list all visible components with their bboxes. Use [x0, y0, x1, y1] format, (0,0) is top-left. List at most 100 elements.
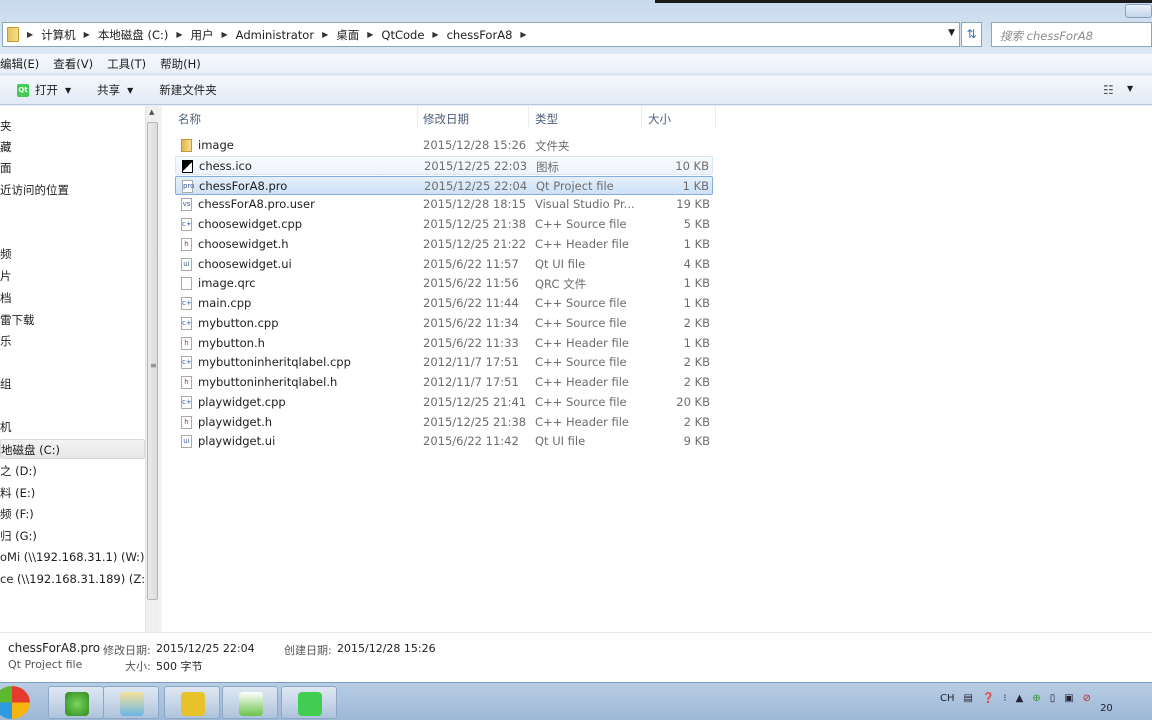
open-button[interactable]: Qt 打开 ▼ — [17, 82, 71, 98]
chevron-right-icon[interactable]: ▶ — [222, 30, 228, 39]
chevron-right-icon[interactable]: ▶ — [27, 30, 33, 39]
nav-item[interactable]: 归 (G:) — [0, 526, 145, 546]
nav-item[interactable]: 藏 — [0, 137, 145, 157]
show-hidden-icons[interactable]: ▲ — [1016, 693, 1024, 714]
network-signal-icon[interactable]: ⁝ — [1003, 693, 1006, 714]
chevron-down-icon[interactable]: ▼ — [1127, 84, 1133, 93]
chevron-right-icon[interactable]: ▶ — [176, 30, 182, 39]
nav-item[interactable]: 之 (D:) — [0, 461, 145, 481]
volume-muted-icon[interactable]: ⊘ — [1083, 693, 1091, 714]
breadcrumb-item[interactable]: ▶ QtCode — [367, 27, 432, 43]
nav-item[interactable]: oMi (\\192.168.31.1) (W:) — [0, 547, 145, 567]
chevron-right-icon[interactable]: ▶ — [520, 30, 526, 39]
file-date: 2012/11/7 17:51 — [423, 375, 519, 389]
help-icon[interactable]: ❓ — [982, 693, 994, 714]
column-separator[interactable] — [417, 106, 418, 128]
file-size: 1 KB — [683, 236, 710, 251]
column-name[interactable]: 名称 — [178, 111, 201, 127]
menu-help[interactable]: 帮助(H) — [160, 56, 209, 72]
file-row[interactable]: c+ choosewidget.cpp 2015/12/25 21:38 C++ So… — [175, 215, 713, 234]
nav-item[interactable]: 乐 — [0, 331, 145, 351]
nav-item[interactable]: 地磁盘 (C:) — [0, 439, 145, 459]
file-size: 5 KB — [683, 217, 710, 231]
add-icon[interactable]: ⊕ — [1032, 693, 1040, 714]
share-button[interactable]: 共享 ▼ — [97, 82, 133, 98]
file-row[interactable]: h mybutton.h 2015/6/22 11:33 C++ Header fil… — [175, 334, 713, 353]
network-icon[interactable]: ▣ — [1064, 693, 1073, 714]
file-row[interactable]: ui playwidget.ui 2015/6/22 11:42 Qt UI file… — [175, 432, 713, 451]
search-input[interactable]: 搜索 chessForA8 — [991, 22, 1152, 47]
nav-item[interactable]: 面 — [0, 158, 145, 178]
file-name: choosewidget.ui — [198, 256, 292, 271]
taskbar-app[interactable] — [164, 686, 220, 719]
nav-item[interactable]: 组 — [0, 374, 145, 394]
breadcrumb-item[interactable]: ▶ 用户 — [176, 27, 221, 43]
file-date: 2015/12/28 15:26 — [423, 138, 527, 152]
taskbar-explorer[interactable] — [103, 686, 159, 719]
menu-edit[interactable]: 编辑(E) — [0, 56, 47, 72]
file-row[interactable]: pro chessForA8.pro 2015/12/25 22:04 Qt Proj… — [175, 175, 713, 195]
file-type: C++ Header file — [535, 236, 629, 251]
ime-indicator[interactable]: CH — [940, 693, 955, 714]
nav-item[interactable]: 近访问的位置 — [0, 180, 145, 200]
nav-item[interactable]: 频 (F:) — [0, 504, 145, 524]
taskbar-notepad[interactable] — [222, 686, 278, 719]
chevron-right-icon[interactable]: ▶ — [84, 30, 90, 39]
file-row[interactable]: image.qrc 2015/6/22 11:56 QRC 文件 1 KB — [175, 274, 713, 293]
device-icon[interactable]: ▯ — [1050, 693, 1056, 714]
file-row[interactable]: h mybuttoninheritqlabel.h 2012/11/7 17:51 C… — [175, 373, 713, 392]
menu-view[interactable]: 查看(V) — [53, 56, 101, 72]
column-size[interactable]: 大小 — [648, 111, 671, 127]
toolbar: Qt 打开 ▼ 共享 ▼ 新建文件夹 ☷ ▼ — [0, 76, 1152, 105]
file-row[interactable]: image 2015/12/28 15:26 文件夹 — [175, 136, 713, 155]
breadcrumb-item[interactable]: ▶ 本地磁盘 (C:) — [84, 27, 177, 43]
file-row[interactable]: c+ playwidget.cpp 2015/12/25 21:41 C++ Sour… — [175, 393, 713, 412]
minimize-button[interactable] — [1125, 4, 1152, 18]
scrollbar-thumb[interactable]: ≡ — [147, 122, 158, 600]
chevron-down-icon[interactable]: ▼ — [948, 28, 955, 38]
breadcrumb-item[interactable]: ▶ 计算机 — [27, 27, 84, 43]
file-size: 4 KB — [683, 256, 710, 271]
new-folder-button[interactable]: 新建文件夹 — [159, 82, 217, 98]
file-row[interactable]: chess.ico 2015/12/25 22:03 图标 10 KB — [175, 155, 713, 175]
nav-item[interactable]: 机 — [0, 417, 145, 437]
file-row[interactable]: c+ main.cpp 2015/6/22 11:44 C++ Source file… — [175, 294, 713, 313]
file-row[interactable]: c+ mybutton.cpp 2015/6/22 11:34 C++ Source … — [175, 314, 713, 333]
keyboard-icon[interactable]: ▤ — [964, 693, 973, 714]
nav-item[interactable]: 频 — [0, 244, 145, 264]
column-date[interactable]: 修改日期 — [423, 111, 469, 127]
breadcrumb-label: 用户 — [190, 27, 214, 42]
taskbar-browser[interactable] — [48, 686, 104, 719]
column-separator[interactable] — [715, 106, 716, 128]
scroll-up-icon[interactable]: ▲ — [149, 108, 154, 116]
file-row[interactable]: h choosewidget.h 2015/12/25 21:22 C++ Heade… — [175, 235, 713, 254]
grip-icon: ≡ — [150, 361, 157, 370]
chevron-right-icon[interactable]: ▶ — [432, 30, 438, 39]
chevron-right-icon[interactable]: ▶ — [322, 30, 328, 39]
nav-item[interactable]: 夹 — [0, 116, 145, 136]
column-type[interactable]: 类型 — [535, 111, 558, 127]
menu-tools[interactable]: 工具(T) — [107, 56, 154, 72]
clock[interactable]: 20 — [1100, 703, 1113, 714]
column-separator[interactable] — [641, 106, 642, 128]
file-row[interactable]: c+ mybuttoninheritqlabel.cpp 2012/11/7 17:… — [175, 353, 713, 372]
file-row[interactable]: vs chessForA8.pro.user 2015/12/28 18:15 Vis… — [175, 195, 713, 214]
file-row[interactable]: h playwidget.h 2015/12/25 21:38 C++ Header … — [175, 413, 713, 432]
file-row[interactable]: ui choosewidget.ui 2015/6/22 11:57 Qt UI fi… — [175, 255, 713, 274]
nav-scrollbar[interactable]: ▲ ≡ — [145, 106, 159, 632]
view-options-icon[interactable]: ☷ — [1103, 83, 1114, 97]
taskbar-qtcreator[interactable] — [281, 686, 337, 719]
nav-item[interactable]: 雷下载 — [0, 310, 145, 330]
breadcrumb-item[interactable]: ▶ chessForA8 — [432, 27, 520, 43]
nav-item[interactable]: 片 — [0, 266, 145, 286]
refresh-button[interactable]: ⇅ — [961, 22, 982, 47]
nav-item[interactable]: ce (\\192.168.31.189) (Z:) — [0, 569, 145, 589]
start-button[interactable] — [0, 686, 30, 719]
breadcrumb-item[interactable]: ▶ Administrator — [222, 27, 323, 43]
breadcrumb-item[interactable]: ▶ 桌面 — [322, 27, 367, 43]
chevron-right-icon[interactable]: ▶ — [367, 30, 373, 39]
nav-item[interactable]: 档 — [0, 288, 145, 308]
address-bar[interactable]: ▶ 计算机 ▶ 本地磁盘 (C:) ▶ 用户 ▶ Administrator ▶ 桌面 ▶ QtCod… — [2, 22, 960, 47]
nav-item[interactable]: 料 (E:) — [0, 483, 145, 503]
column-separator[interactable] — [528, 106, 529, 128]
